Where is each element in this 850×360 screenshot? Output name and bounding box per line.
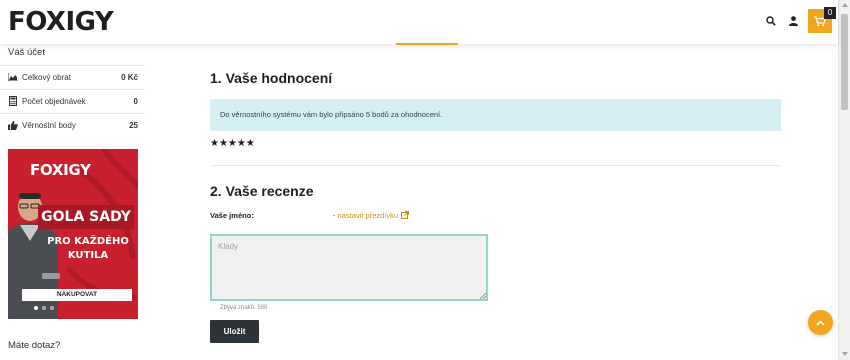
banner-subtitle-line: KUTILA (67, 250, 109, 261)
save-button[interactable]: Uložit (210, 320, 259, 343)
account-title: Váš účet (8, 47, 45, 58)
stat-label: Počet objednávek (22, 96, 86, 106)
scroll-down-arrow-icon[interactable] (842, 352, 848, 356)
rating-info-alert: Do věrnostního systému vám bylo připsáno… (210, 99, 781, 131)
divider (0, 113, 145, 114)
search-icon[interactable] (764, 14, 778, 28)
review-section-title: 2. Vaše recenze (210, 183, 314, 199)
name-label: Vaše jméno: (210, 211, 254, 220)
page: FOXIGY 0 Váš účet Celkový obrat 0 Kč Poč… (0, 0, 850, 360)
header-actions: 0 (764, 7, 836, 33)
stat-value: 0 Kč (121, 72, 138, 82)
star-rating[interactable]: ★★★★★ (210, 138, 255, 149)
divider (0, 89, 145, 90)
stat-total-turnover: Celkový obrat 0 Kč (8, 69, 138, 85)
scroll-up-arrow-icon[interactable] (842, 3, 848, 7)
rating-section-title: 1. Vaše hodnocení (210, 70, 333, 86)
external-link-icon (401, 211, 410, 219)
review-form: 1. Vaše hodnocení Do věrnostního systému… (210, 44, 785, 360)
divider (0, 65, 145, 66)
area-chart-icon (8, 72, 18, 82)
stat-value: 0 (133, 96, 138, 106)
promo-banner[interactable]: FOXIGY GOLA SADY PRO KAŽDÉHO KUTILA NAKU… (8, 149, 138, 319)
calculator-icon (8, 96, 18, 106)
stat-label: Věrnostní body (22, 120, 76, 130)
set-nickname-label: nastavit přezdívku (337, 211, 399, 220)
banner-pagination (34, 306, 54, 310)
chevron-up-icon (816, 319, 825, 326)
banner-logo: FOXIGY (30, 161, 91, 179)
stat-label: Celkový obrat (22, 72, 71, 82)
banner-subtitle-line: PRO KAŽDÉHO (47, 236, 129, 247)
banner-subtitle: PRO KAŽDÉHO KUTILA (38, 235, 138, 265)
cart-button[interactable]: 0 (808, 7, 836, 33)
banner-title: GOLA SADY (38, 205, 134, 229)
banner-dot[interactable] (50, 306, 54, 310)
site-logo[interactable]: FOXIGY (8, 9, 114, 35)
cart-count-badge: 0 (824, 7, 836, 19)
page-scrollbar[interactable] (838, 0, 850, 360)
scroll-thumb[interactable] (841, 14, 848, 110)
stat-loyalty-points: Věrnostní body 25 (8, 117, 138, 133)
section-divider (210, 165, 781, 166)
stat-order-count: Počet objednávek 0 (8, 93, 138, 109)
banner-shop-button[interactable]: NAKUPOVAT (22, 289, 132, 301)
banner-dot[interactable] (34, 306, 38, 310)
active-tab-indicator (396, 43, 458, 45)
question-heading: Máte dotaz? (8, 340, 61, 351)
thumbs-up-icon (8, 120, 18, 130)
account-sidebar: Váš účet Celkový obrat 0 Kč Počet objedn… (0, 44, 145, 360)
review-textarea[interactable] (210, 234, 488, 301)
back-to-top-button[interactable] (808, 310, 833, 335)
resize-grip-icon[interactable] (480, 293, 486, 299)
site-header: FOXIGY 0 (0, 0, 838, 44)
remaining-characters: Zbývá znaků: 500 (220, 305, 268, 311)
banner-dot[interactable] (42, 306, 46, 310)
stat-value: 25 (129, 120, 138, 130)
set-nickname-link[interactable]: - nastavit přezdívku (333, 211, 410, 220)
user-icon[interactable] (786, 14, 800, 28)
